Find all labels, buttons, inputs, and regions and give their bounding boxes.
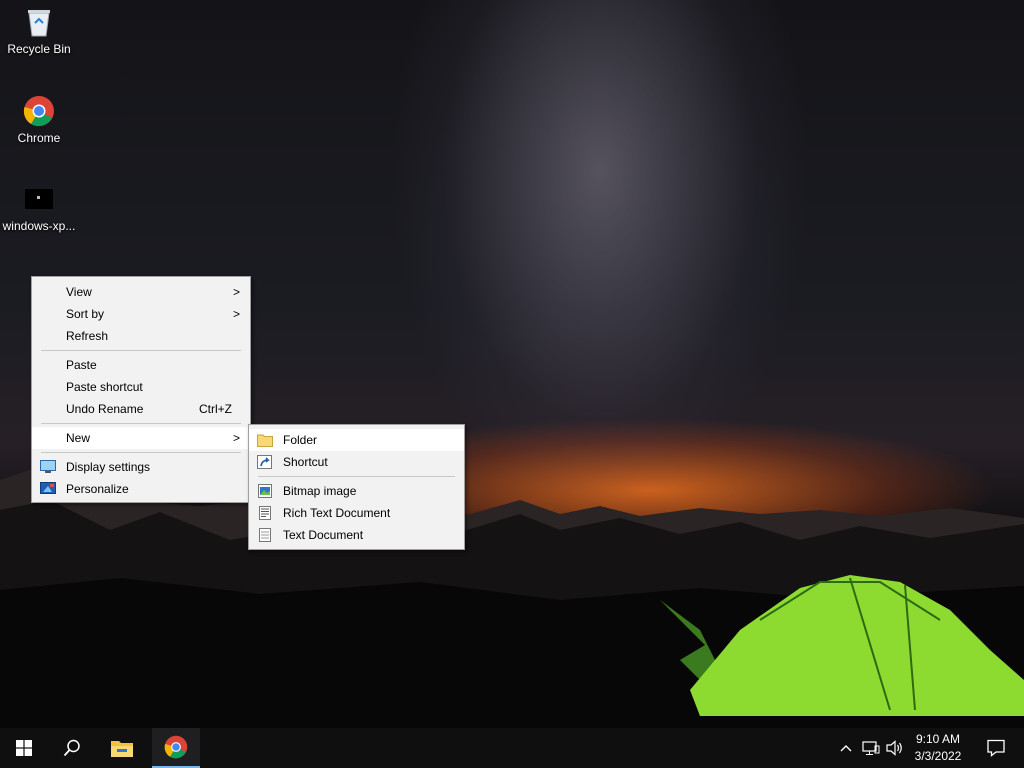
taskbar-chrome[interactable] xyxy=(152,728,200,768)
bitmap-icon xyxy=(258,484,272,498)
text-document-icon xyxy=(259,528,271,542)
menu-separator xyxy=(41,423,241,424)
menu-item-display-settings[interactable]: Display settings xyxy=(32,456,250,478)
menu-item-label: Undo Rename xyxy=(66,402,144,416)
menu-item-paste-shortcut[interactable]: Paste shortcut xyxy=(32,376,250,398)
action-center-button[interactable] xyxy=(976,728,1016,768)
menu-separator xyxy=(258,476,455,477)
desktop-icon-recycle-bin[interactable]: Recycle Bin xyxy=(0,6,78,56)
menu-item-sort-by[interactable]: Sort by > xyxy=(32,303,250,325)
shortcut-label: Ctrl+Z xyxy=(199,402,232,416)
menu-item-label: Rich Text Document xyxy=(283,506,391,520)
menu-item-label: Folder xyxy=(283,433,318,447)
menu-item-label: Paste shortcut xyxy=(66,380,143,394)
menu-separator xyxy=(41,452,241,453)
submenu-item-text-document[interactable]: Text Document xyxy=(249,524,464,546)
menu-item-label: Shortcut xyxy=(283,455,328,469)
menu-item-label: Display settings xyxy=(66,460,151,474)
menu-item-refresh[interactable]: Refresh xyxy=(32,325,250,347)
menu-separator xyxy=(41,350,241,351)
menu-item-personalize[interactable]: Personalize xyxy=(32,478,250,500)
chevron-right-icon: > xyxy=(232,285,240,299)
network-button[interactable] xyxy=(858,728,884,768)
menu-item-label: Refresh xyxy=(66,329,109,343)
notification-icon xyxy=(987,739,1005,757)
clock-time: 9:10 AM xyxy=(915,732,961,746)
menu-item-label: Sort by xyxy=(66,307,105,321)
folder-icon xyxy=(257,434,273,447)
search-icon xyxy=(63,739,80,757)
network-icon xyxy=(862,741,880,755)
menu-item-label: View xyxy=(66,285,92,299)
desktop-icon-label: Recycle Bin xyxy=(7,42,71,56)
chevron-up-icon xyxy=(840,745,852,752)
taskbar: 9:10 AM 3/3/2022 xyxy=(0,728,1024,768)
recycle-bin-icon xyxy=(23,6,55,38)
menu-item-label: Bitmap image xyxy=(283,484,357,498)
wallpaper-landscape xyxy=(0,470,1024,728)
start-button[interactable] xyxy=(0,728,48,768)
menu-item-view[interactable]: View > xyxy=(32,281,250,303)
clock-date: 3/3/2022 xyxy=(914,749,962,763)
personalize-icon xyxy=(40,482,56,494)
submenu-item-folder[interactable]: Folder xyxy=(249,429,464,451)
file-explorer-icon xyxy=(111,741,133,757)
image-file-icon xyxy=(23,183,55,215)
submenu-item-rich-text-document[interactable]: Rich Text Document xyxy=(249,502,464,524)
submenu-item-shortcut[interactable]: Shortcut xyxy=(249,451,464,473)
submenu-item-bitmap-image[interactable]: Bitmap image xyxy=(249,480,464,502)
system-clock[interactable]: 9:10 AM 3/3/2022 xyxy=(906,731,970,765)
rich-text-icon xyxy=(259,506,271,520)
desktop-icon-label: Chrome xyxy=(17,131,61,145)
new-submenu: Folder Shortcut Bitmap image Rich Text D… xyxy=(248,424,465,550)
menu-item-new[interactable]: New > xyxy=(32,427,250,449)
chrome-icon xyxy=(23,95,55,127)
search-button[interactable] xyxy=(48,728,96,768)
chrome-icon xyxy=(164,735,188,759)
chevron-right-icon: > xyxy=(232,431,240,445)
volume-icon xyxy=(886,740,902,756)
windows-logo-icon xyxy=(16,740,32,756)
menu-item-label: New xyxy=(66,431,91,445)
menu-item-label: Paste xyxy=(66,358,97,372)
taskbar-file-explorer[interactable] xyxy=(98,728,146,768)
shortcut-icon xyxy=(257,455,272,469)
desktop-icon-windows-xp[interactable]: windows-xp... xyxy=(0,183,78,233)
display-settings-icon xyxy=(40,460,56,473)
menu-item-label: Personalize xyxy=(66,482,129,496)
menu-item-label: Text Document xyxy=(283,528,364,542)
volume-button[interactable] xyxy=(884,728,906,768)
chevron-right-icon: > xyxy=(232,307,240,321)
menu-item-undo-rename[interactable]: Undo Rename Ctrl+Z xyxy=(32,398,250,420)
desktop-icon-label: windows-xp... xyxy=(2,219,76,233)
desktop-icon-chrome[interactable]: Chrome xyxy=(0,95,78,145)
desktop-context-menu: View > Sort by > Refresh Paste Paste sho… xyxy=(31,276,251,503)
show-hidden-icons-button[interactable] xyxy=(834,728,858,768)
menu-item-paste[interactable]: Paste xyxy=(32,354,250,376)
